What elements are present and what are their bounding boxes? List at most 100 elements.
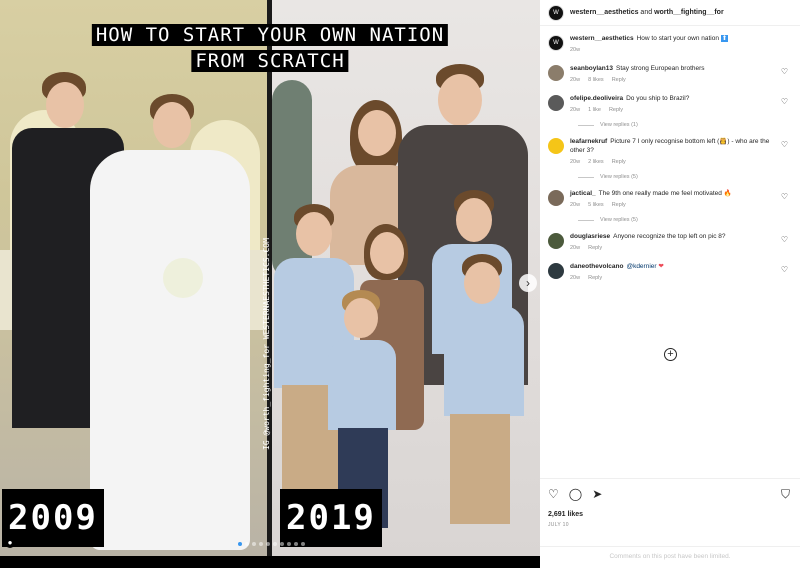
- heart-icon[interactable]: ♡: [781, 140, 788, 149]
- heart-icon[interactable]: ♡: [781, 265, 788, 274]
- photo-2019: [272, 0, 540, 556]
- avatar[interactable]: [548, 233, 564, 249]
- comment-username[interactable]: seanboylan13: [570, 65, 613, 72]
- post-header: W western__aesthetics and worth__fightin…: [540, 0, 800, 26]
- comment-username[interactable]: ofelipe.deoliveira: [570, 95, 623, 102]
- comment-likes[interactable]: 2 likes: [588, 159, 604, 165]
- comment-text: Stay strong European brothers: [616, 65, 705, 72]
- carousel-dot: [238, 542, 242, 546]
- avatar[interactable]: W: [548, 35, 564, 51]
- heart-icon[interactable]: ♡: [781, 97, 788, 106]
- bouquet: [163, 258, 203, 298]
- post-title-line-2: FROM SCRATCH: [191, 50, 349, 72]
- toddler-shirt: [328, 340, 396, 430]
- wedding-dress: [90, 150, 250, 550]
- comment-age: 20w: [570, 107, 581, 113]
- chevron-right-icon[interactable]: ›: [519, 274, 537, 292]
- mother-face: [358, 110, 396, 156]
- plus-circle-icon[interactable]: +: [664, 348, 677, 361]
- user-tag-icon[interactable]: ●: [5, 538, 15, 548]
- view-replies-button[interactable]: View replies (5): [578, 174, 792, 180]
- carousel-dot: [252, 542, 256, 546]
- share-icon[interactable]: ➤: [592, 487, 602, 501]
- caption: W western__aesthetics How to start your o…: [548, 34, 792, 55]
- comment-item: seanboylan13 Stay strong European brother…: [548, 64, 792, 85]
- comment-likes[interactable]: 1 like: [588, 107, 601, 113]
- avatar[interactable]: [548, 95, 564, 111]
- heart-icon[interactable]: ♡: [781, 192, 788, 201]
- caption-text: How to start your own nation: [636, 35, 719, 42]
- reply-button[interactable]: Reply: [609, 107, 623, 113]
- carousel-dots: [238, 542, 305, 546]
- carousel-dot: [301, 542, 305, 546]
- coauthor-username[interactable]: worth__fighting__for: [654, 9, 724, 16]
- reply-button[interactable]: Reply: [612, 202, 626, 208]
- carousel-dot: [287, 542, 291, 546]
- comment-likes[interactable]: 8 likes: [588, 77, 604, 83]
- carousel-dot: [280, 542, 284, 546]
- comment-username[interactable]: western__aesthetics: [570, 35, 634, 42]
- view-replies-button[interactable]: View replies (5): [578, 217, 792, 223]
- toddler-face: [344, 298, 378, 338]
- comments-list: W western__aesthetics How to start your o…: [540, 26, 800, 283]
- comment-text: Do you ship to Brazil?: [626, 95, 690, 102]
- avatar[interactable]: W: [548, 4, 564, 21]
- comment-age: 20w: [570, 47, 581, 53]
- heart-icon[interactable]: ♡: [548, 487, 559, 501]
- comment-age: 20w: [570, 275, 581, 281]
- avatar[interactable]: [548, 190, 564, 206]
- carousel-dot: [294, 542, 298, 546]
- red-heart-emoji: ❤: [658, 263, 664, 270]
- reply-button[interactable]: Reply: [612, 77, 626, 83]
- likes-count[interactable]: 2,691 likes: [548, 511, 792, 518]
- comment-icon[interactable]: ◯: [569, 487, 582, 501]
- caption-emoji: ⬆: [720, 35, 729, 42]
- comment-username[interactable]: daneothevolcano: [570, 263, 623, 270]
- father-face: [438, 74, 482, 126]
- comment-item: ofelipe.deoliveira Do you ship to Brazil?…: [548, 94, 792, 115]
- post-title-line-1: HOW TO START YOUR OWN NATION: [91, 24, 449, 46]
- avatar[interactable]: [548, 263, 564, 279]
- comment-text: The 9th one really made me feel motivate…: [598, 190, 732, 197]
- comment-item: leafarnekruf Picture 7 I only recognise b…: [548, 137, 792, 167]
- comment-username[interactable]: douglasriese: [570, 233, 610, 240]
- mention-link[interactable]: @kdernier: [626, 263, 656, 270]
- comment-age: 20w: [570, 159, 581, 165]
- avatar[interactable]: [548, 138, 564, 154]
- child-face: [464, 262, 500, 304]
- view-replies-button[interactable]: View replies (1): [578, 122, 792, 128]
- post-side-panel: W western__aesthetics and worth__fightin…: [540, 0, 800, 568]
- year-label-2009: 2009: [2, 489, 104, 547]
- carousel-dot: [273, 542, 277, 546]
- avatar[interactable]: [548, 65, 564, 81]
- post-author-line: western__aesthetics and worth__fighting_…: [570, 9, 724, 16]
- post-media[interactable]: HOW TO START YOUR OWN NATION FROM SCRATC…: [0, 0, 540, 568]
- comments-limited-notice: Comments on this post have been limited.: [540, 546, 800, 560]
- photo-2009: [0, 0, 267, 556]
- reply-button[interactable]: Reply: [588, 245, 602, 251]
- child-shirt: [444, 306, 524, 416]
- comment-text: Anyone recognize the top left on pic 8?: [613, 233, 726, 240]
- comment-username[interactable]: leafarnekruf: [570, 138, 607, 145]
- child-pants: [450, 414, 510, 524]
- heart-icon[interactable]: ♡: [781, 235, 788, 244]
- reply-button[interactable]: Reply: [588, 275, 602, 281]
- comment-age: 20w: [570, 202, 581, 208]
- heart-icon[interactable]: ♡: [781, 67, 788, 76]
- comment-item: douglasriese Anyone recognize the top lef…: [548, 232, 792, 253]
- watermark: IG @worth_fighting_for WESTERNAESTHETICS…: [262, 238, 271, 450]
- author-username[interactable]: western__aesthetics: [570, 9, 638, 16]
- comment-item: jactical_ The 9th one really made me feel…: [548, 189, 792, 210]
- author-joiner: and: [638, 9, 655, 16]
- girl-face: [370, 232, 404, 274]
- year-label-2019: 2019: [280, 489, 382, 547]
- child-face: [456, 198, 492, 242]
- bookmark-icon[interactable]: ⛉: [781, 487, 790, 501]
- comment-age: 20w: [570, 245, 581, 251]
- groom-face: [46, 82, 84, 128]
- comment-item: daneothevolcano @kdernier ❤ 20w Reply ♡: [548, 262, 792, 283]
- carousel-dot: [259, 542, 263, 546]
- comment-likes[interactable]: 5 likes: [588, 202, 604, 208]
- comment-username[interactable]: jactical_: [570, 190, 596, 197]
- reply-button[interactable]: Reply: [612, 159, 626, 165]
